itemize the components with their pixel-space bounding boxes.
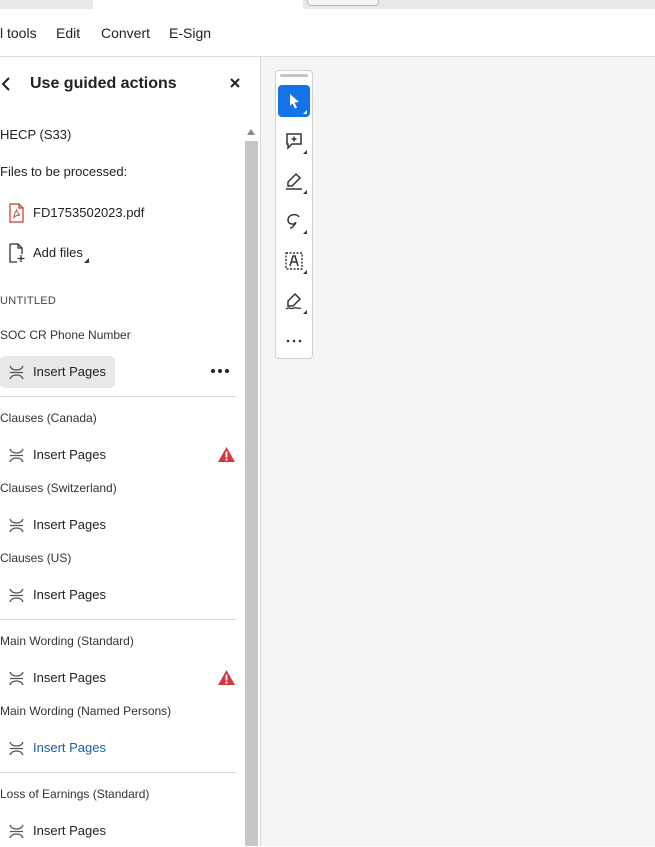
text-box-icon: [285, 252, 303, 270]
tab-strip-button[interactable]: [307, 0, 379, 6]
document-canvas[interactable]: [261, 57, 655, 846]
warning-icon[interactable]: [217, 669, 236, 686]
step-row[interactable]: Insert Pages: [0, 732, 236, 764]
insert-pages-icon: [9, 448, 24, 463]
step-action-label: Insert Pages: [33, 670, 106, 685]
menu-convert[interactable]: Convert: [101, 25, 150, 41]
step-row[interactable]: Insert Pages: [0, 356, 236, 388]
step-row[interactable]: Insert Pages: [0, 815, 236, 847]
add-file-icon: [9, 243, 25, 263]
step-name: SOC CR Phone Number: [0, 328, 131, 342]
step-action-label: Insert Pages: [33, 364, 106, 379]
signature-pen-icon: [285, 292, 302, 310]
warning-icon[interactable]: [217, 446, 236, 463]
step-row[interactable]: Insert Pages: [0, 439, 236, 471]
toolbar-grip[interactable]: [280, 74, 308, 77]
divider: [0, 396, 236, 397]
add-comment-tool[interactable]: [278, 125, 310, 157]
divider: [0, 619, 236, 620]
menu-edit[interactable]: Edit: [56, 25, 80, 41]
step-name: Loss of Earnings (Standard): [0, 787, 150, 801]
step-name: Clauses (US): [0, 551, 72, 565]
dropdown-corner-icon: [84, 258, 89, 263]
freehand-draw-icon: [287, 213, 300, 229]
insert-pages-icon: [9, 671, 24, 686]
active-document-tab[interactable]: [93, 0, 303, 9]
ellipsis-icon: [286, 339, 302, 343]
add-files-button[interactable]: Add files: [0, 237, 236, 269]
files-label: Files to be processed:: [0, 164, 128, 179]
file-name: FD1753502023.pdf: [33, 205, 145, 220]
step-name: Clauses (Canada): [0, 411, 97, 425]
step-row[interactable]: Insert Pages: [0, 579, 236, 611]
menu-all-tools[interactable]: l tools: [0, 25, 37, 41]
file-item[interactable]: FD1753502023.pdf: [0, 197, 236, 229]
submenu-corner-icon: [303, 310, 307, 314]
guided-actions-panel: Use guided actions HECP (S33) Files to b…: [0, 57, 261, 846]
add-text-tool[interactable]: [278, 245, 310, 277]
step-action-label: Insert Pages: [33, 517, 106, 532]
more-options-icon[interactable]: [210, 368, 230, 374]
step-name: Clauses (Switzerland): [0, 481, 117, 495]
insert-pages-icon: [9, 824, 24, 839]
submenu-corner-icon: [303, 270, 307, 274]
sign-tool[interactable]: [278, 285, 310, 317]
pdf-file-icon: [9, 203, 24, 223]
panel-content: HECP (S33) Files to be processed: FD1753…: [0, 57, 244, 846]
tab-strip: [0, 0, 655, 9]
step-row[interactable]: Insert Pages: [0, 662, 236, 694]
insert-pages-icon: [9, 518, 24, 533]
scroll-up-arrow-icon[interactable]: [247, 129, 255, 135]
step-action-label: Insert Pages: [33, 740, 106, 755]
step-row[interactable]: Insert Pages: [0, 509, 236, 541]
step-action-label: Insert Pages: [33, 587, 106, 602]
submenu-corner-icon: [303, 230, 307, 234]
more-tools[interactable]: [278, 325, 310, 357]
submenu-corner-icon: [303, 110, 307, 114]
step-name: Main Wording (Standard): [0, 634, 134, 648]
action-name: HECP (S33): [0, 127, 72, 142]
highlighter-icon: [286, 172, 302, 190]
quick-tools-toolbar: [275, 70, 313, 359]
submenu-corner-icon: [303, 190, 307, 194]
insert-pages-icon: [9, 365, 24, 380]
submenu-corner-icon: [303, 150, 307, 154]
menu-bar: l tools Edit Convert E-Sign: [0, 9, 655, 57]
group-label: UNTITLED: [0, 295, 57, 307]
select-tool[interactable]: [278, 85, 310, 117]
step-action-label: Insert Pages: [33, 823, 106, 838]
panel-scrollbar[interactable]: [244, 125, 259, 846]
highlight-tool[interactable]: [278, 165, 310, 197]
divider: [0, 772, 236, 773]
comment-add-icon: [286, 133, 302, 150]
step-name: Main Wording (Named Persons): [0, 704, 172, 718]
insert-pages-icon: [9, 741, 24, 756]
cursor-arrow-icon: [290, 94, 299, 109]
insert-pages-icon: [9, 588, 24, 603]
add-files-label: Add files: [33, 245, 83, 260]
scroll-thumb[interactable]: [245, 141, 258, 846]
draw-freehand-tool[interactable]: [278, 205, 310, 237]
step-action-label: Insert Pages: [33, 447, 106, 462]
menu-esign[interactable]: E-Sign: [169, 25, 211, 41]
